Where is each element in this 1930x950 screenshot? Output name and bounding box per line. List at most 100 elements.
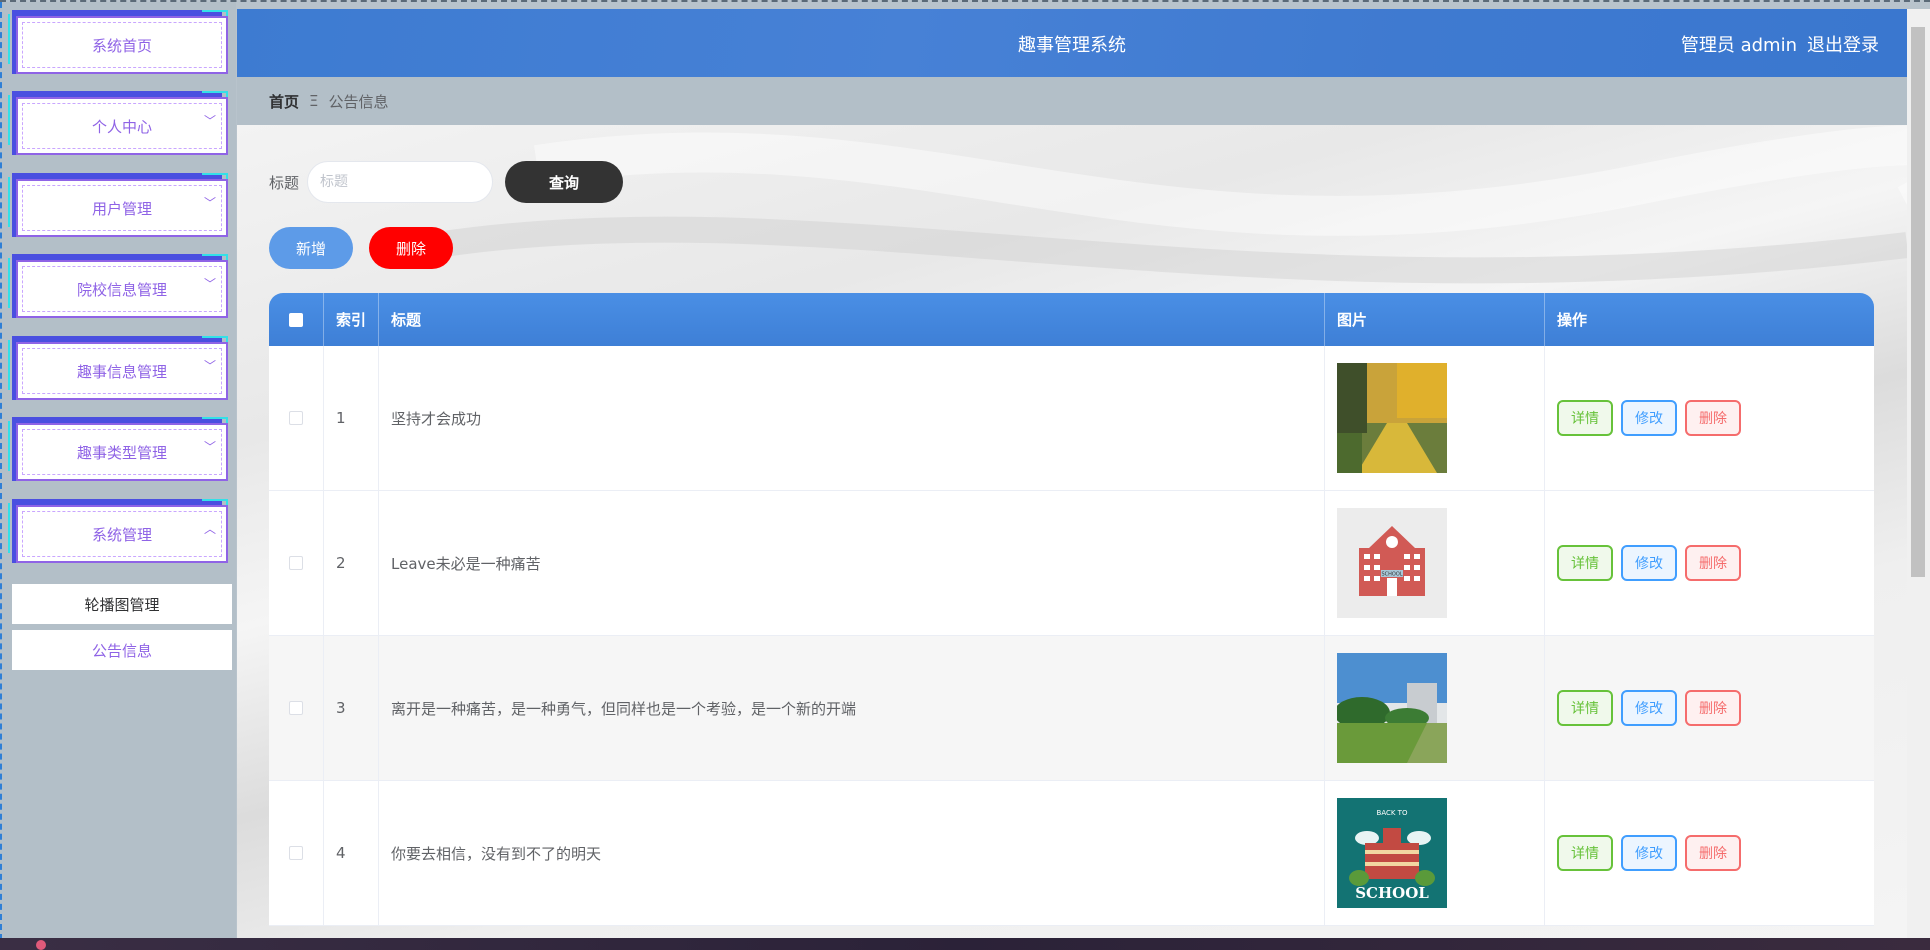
delete-button[interactable]: 删除 <box>1685 545 1741 581</box>
row-checkbox[interactable] <box>289 701 303 715</box>
sidebar-item-label: 院校信息管理 <box>16 260 228 318</box>
row-actions: 详情 修改 删除 <box>1557 545 1741 581</box>
search-row: 标题 查询 <box>269 161 624 203</box>
cell-actions: 详情 修改 删除 <box>1545 346 1874 490</box>
chevron-down-icon: ﹀ <box>203 359 216 373</box>
column-header-title: 标题 <box>379 293 1325 346</box>
sidebar-item-system[interactable]: 系统管理 ︿ <box>8 499 230 567</box>
query-button[interactable]: 查询 <box>505 161 624 203</box>
sidebar-subitem-notices[interactable]: 公告信息 <box>12 630 232 670</box>
cell-title: 坚持才会成功 <box>379 346 1325 490</box>
row-checkbox[interactable] <box>289 411 303 425</box>
detail-button[interactable]: 详情 <box>1557 835 1613 871</box>
sidebar-item-anecdote-types[interactable]: 趣事类型管理 ﹀ <box>8 417 230 485</box>
cell-title: Leave未必是一种痛苦 <box>379 491 1325 635</box>
breadcrumb-home[interactable]: 首页 <box>269 91 299 112</box>
table-row: 3 离开是一种痛苦，是一种勇气，但同样也是一个考验，是一个新的开端 详情 修改 … <box>269 636 1874 781</box>
edit-button[interactable]: 修改 <box>1621 545 1677 581</box>
cell-actions: 详情 修改 删除 <box>1545 491 1874 635</box>
chevron-down-icon: ﹀ <box>203 114 216 128</box>
row-checkbox[interactable] <box>289 556 303 570</box>
thumbnail-autumn-path[interactable] <box>1337 363 1447 473</box>
menu-label: 系统首页 <box>91 36 152 55</box>
page-scrollbar[interactable] <box>1907 9 1930 940</box>
cell-actions: 详情 修改 删除 <box>1545 781 1874 925</box>
row-actions: 详情 修改 删除 <box>1557 400 1741 436</box>
chevron-down-icon: ﹀ <box>203 440 216 454</box>
sidebar: 系统首页 个人中心 ﹀ 用户管理 ﹀ 院校信息管理 ﹀ 趣事信息管理 ﹀ 趣事类… <box>0 2 236 940</box>
edit-button[interactable]: 修改 <box>1621 400 1677 436</box>
sidebar-item-colleges[interactable]: 院校信息管理 ﹀ <box>8 254 230 322</box>
breadcrumb: 首页 Ξ 公告信息 <box>237 77 1907 125</box>
sidebar-item-home[interactable]: 系统首页 <box>8 10 230 78</box>
cell-index: 2 <box>324 491 379 635</box>
chevron-down-icon: ﹀ <box>203 277 216 291</box>
sidebar-subitem-carousel[interactable]: 轮播图管理 <box>12 584 232 624</box>
cell-index: 1 <box>324 346 379 490</box>
notice-table: 索引 标题 图片 操作 1 坚持才会成功 详情 修改 删除 2 Leave未必是… <box>269 293 1874 926</box>
sidebar-item-anecdotes[interactable]: 趣事信息管理 ﹀ <box>8 336 230 404</box>
sidebar-item-label: 用户管理 <box>16 179 228 237</box>
edit-button[interactable]: 修改 <box>1621 835 1677 871</box>
thumbnail-campus-lawn[interactable] <box>1337 653 1447 763</box>
select-all-checkbox[interactable] <box>289 312 303 327</box>
row-checkbox-cell <box>269 346 324 490</box>
cell-image: SCHOOL <box>1325 491 1545 635</box>
row-checkbox[interactable] <box>289 846 303 860</box>
menu-label: 系统管理 <box>91 525 152 544</box>
row-checkbox-cell <box>269 781 324 925</box>
app-title: 趣事管理系统 <box>1018 35 1126 56</box>
delete-button[interactable]: 删除 <box>1685 690 1741 726</box>
column-header-index: 索引 <box>324 293 379 346</box>
detail-button[interactable]: 详情 <box>1557 545 1613 581</box>
app-icon[interactable] <box>36 940 46 950</box>
detail-button[interactable]: 详情 <box>1557 400 1613 436</box>
column-header-image: 图片 <box>1325 293 1545 346</box>
main-content: 标题 查询 新增 删除 索引 标题 图片 操作 1 坚持才会成功 <box>237 125 1907 940</box>
cell-title: 你要去相信，没有到不了的明天 <box>379 781 1325 925</box>
cell-image <box>1325 636 1545 780</box>
detail-button[interactable]: 详情 <box>1557 690 1613 726</box>
edit-button[interactable]: 修改 <box>1621 690 1677 726</box>
svg-text:SCHOOL: SCHOOL <box>1381 572 1402 578</box>
table-header: 索引 标题 图片 操作 <box>269 293 1874 346</box>
add-button[interactable]: 新增 <box>269 227 353 269</box>
chevron-up-icon: ︿ <box>203 522 216 536</box>
delete-button[interactable]: 删除 <box>1685 835 1741 871</box>
thumbnail-school-building[interactable]: SCHOOL <box>1337 508 1447 618</box>
cell-actions: 详情 修改 删除 <box>1545 636 1874 780</box>
svg-text:BACK TO: BACK TO <box>1377 809 1408 817</box>
batch-delete-button[interactable]: 删除 <box>369 227 453 269</box>
app-window: 系统首页 个人中心 ﹀ 用户管理 ﹀ 院校信息管理 ﹀ 趣事信息管理 ﹀ 趣事类… <box>0 0 1930 940</box>
row-actions: 详情 修改 删除 <box>1557 835 1741 871</box>
breadcrumb-separator-icon: Ξ <box>309 92 319 110</box>
sidebar-item-personal[interactable]: 个人中心 ﹀ <box>8 91 230 159</box>
logout-link[interactable]: 退出登录 <box>1807 31 1879 57</box>
menu-label: 趣事类型管理 <box>76 443 167 462</box>
cell-index: 4 <box>324 781 379 925</box>
menu-label: 个人中心 <box>91 117 152 136</box>
header-checkbox-cell <box>269 293 324 346</box>
os-taskbar <box>0 938 1930 950</box>
table-row: 4 你要去相信，没有到不了的明天 BACK TO SCHOOL 详情 修改 删除 <box>269 781 1874 926</box>
sidebar-item-label: 趣事类型管理 <box>16 423 228 481</box>
chevron-down-icon: ﹀ <box>203 196 216 210</box>
user-label: 管理员 admin <box>1680 35 1797 56</box>
sidebar-item-label: 趣事信息管理 <box>16 342 228 400</box>
table-row: 1 坚持才会成功 详情 修改 删除 <box>269 346 1874 491</box>
sidebar-item-label: 个人中心 <box>16 97 228 155</box>
menu-label: 用户管理 <box>91 199 152 218</box>
row-checkbox-cell <box>269 491 324 635</box>
breadcrumb-current: 公告信息 <box>328 92 389 111</box>
menu-label: 院校信息管理 <box>76 280 167 299</box>
scrollbar-thumb[interactable] <box>1911 27 1925 577</box>
svg-text:SCHOOL: SCHOOL <box>1355 884 1429 902</box>
search-title-input[interactable] <box>307 161 494 203</box>
cell-image <box>1325 346 1545 490</box>
sidebar-item-users[interactable]: 用户管理 ﹀ <box>8 173 230 241</box>
sidebar-item-label: 系统管理 <box>16 505 228 563</box>
cell-index: 3 <box>324 636 379 780</box>
delete-button[interactable]: 删除 <box>1685 400 1741 436</box>
thumbnail-back-to-school[interactable]: BACK TO SCHOOL <box>1337 798 1447 908</box>
column-header-actions: 操作 <box>1557 311 1588 329</box>
